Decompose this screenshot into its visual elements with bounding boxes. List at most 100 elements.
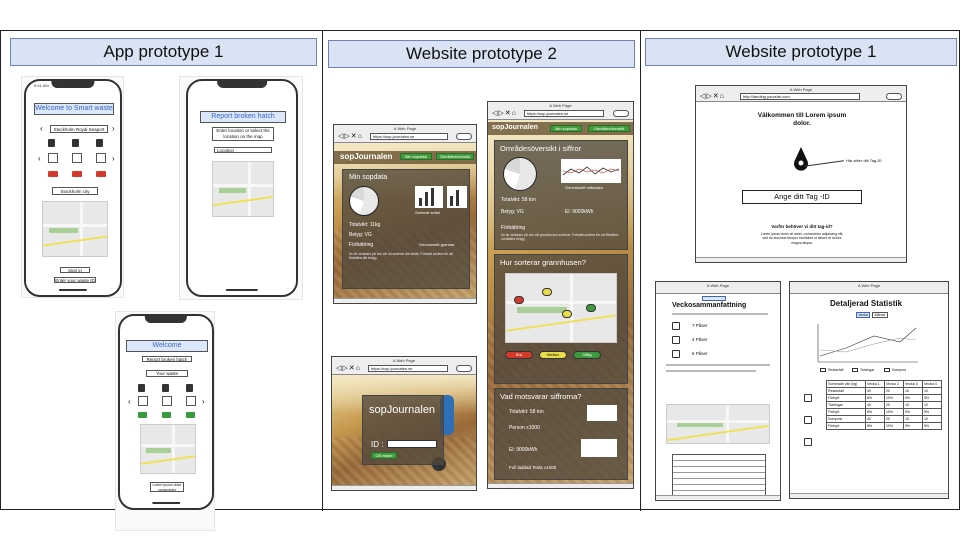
login-button[interactable]: Gå vidare (371, 452, 397, 459)
signin-button[interactable]: Sign in (60, 267, 90, 273)
browser-window-weekly-summary: A Web Page Veckosammanfattning 7 Påser 4… (655, 281, 781, 501)
subtitle-text (672, 313, 768, 315)
url-bar[interactable]: http://landing.yoursite.com (740, 93, 860, 100)
nav-my-data-button[interactable]: Min sopdata (550, 125, 582, 132)
url-bar[interactable]: https://sop.journalen.se (368, 365, 448, 372)
tab-month[interactable]: Månad (872, 312, 888, 318)
bin-checkbox[interactable] (672, 336, 680, 344)
app-title: Welcome to Smart waste (34, 103, 114, 115)
category-checkbox[interactable] (804, 416, 812, 424)
bin-status-box (138, 396, 148, 406)
nav-arrows-icon[interactable]: ◁▷✕⌂ (492, 110, 517, 117)
map-view[interactable] (666, 404, 770, 444)
weight-line: Totalvikt: 58 ton (509, 409, 544, 415)
waste-id-input[interactable]: Enter your waste ID (54, 277, 96, 283)
map-view[interactable] (212, 161, 274, 217)
legend-swatch (820, 368, 826, 372)
info-paragraph: Du är verksam på hur väl grannhusen sort… (501, 233, 619, 242)
legend-pill[interactable]: Bra (505, 351, 533, 359)
location-input[interactable]: Location (214, 147, 272, 153)
status-ok-button[interactable] (162, 412, 171, 418)
table-cell: 20 (883, 415, 904, 423)
tab-selector[interactable] (702, 296, 726, 301)
tag-id-input[interactable]: Ange ditt Tag -ID (742, 190, 862, 204)
table-cell: 20 (883, 387, 904, 395)
tab-week[interactable]: Vecka (856, 312, 870, 318)
table-cell: 10 (921, 415, 943, 423)
map-marker-yellow[interactable] (562, 310, 572, 318)
table-row: Tidningar 40 20 15 10 (826, 401, 943, 409)
brand-logo: sopJournalen (369, 404, 436, 416)
table-cell: 9% (902, 394, 923, 402)
nav-area-button[interactable]: Områdesöversikt (436, 153, 474, 160)
status-ok-button[interactable] (138, 412, 147, 418)
search-field[interactable] (613, 110, 629, 117)
total-weight: Totalvikt: 11kg (349, 222, 381, 228)
stats-line-chart (816, 322, 920, 364)
column-header: Vecka 2 (883, 380, 904, 388)
table-cell: Förbyrt (826, 408, 866, 416)
neighborhood-map[interactable] (505, 273, 617, 343)
url-bar[interactable]: https://sop.journalen.se (524, 110, 604, 117)
bin-checkbox[interactable] (672, 350, 680, 358)
tag-hint: Här sitter ditt Tag-ID (846, 158, 882, 163)
nav-arrows-icon[interactable]: ◁▷✕⌂ (700, 93, 725, 100)
map-marker-red[interactable] (514, 296, 524, 304)
brand-logo[interactable]: sopJournalen (340, 152, 392, 161)
bin-checkbox[interactable] (672, 322, 680, 330)
chevron-right-icon[interactable]: › (112, 125, 115, 133)
report-button[interactable] (48, 171, 58, 177)
map-marker-yellow[interactable] (542, 288, 552, 296)
browser-window-detailed-stats: A Web Page Detaljerad Statistik Vecka Må… (789, 281, 949, 499)
report-broken-button[interactable]: Report broken hatch (142, 356, 192, 362)
chevron-left-icon[interactable]: ‹ (38, 155, 41, 163)
report-button[interactable] (72, 171, 82, 177)
map-marker-green[interactable] (586, 304, 596, 312)
table-cell: 8% (864, 408, 885, 416)
search-field[interactable] (456, 133, 472, 140)
column-header: Vecka 1 (864, 380, 885, 388)
status-ok-button[interactable] (186, 412, 195, 418)
brand-logo[interactable]: sopJournalen (492, 124, 538, 131)
id-input[interactable] (387, 440, 437, 448)
table-cell: 8% (864, 422, 885, 430)
nav-area-button[interactable]: Områdesöversikt (588, 125, 630, 132)
chevron-right-icon[interactable]: › (112, 155, 115, 163)
category-checkbox[interactable] (804, 438, 812, 446)
chart-label: Sorterat avfall (415, 210, 440, 215)
map-view[interactable] (42, 201, 108, 257)
trash-bin-icon (96, 139, 103, 147)
legend-swatch (852, 368, 858, 372)
category-checkbox[interactable] (804, 394, 812, 402)
report-button[interactable] (96, 171, 106, 177)
browser-window-area-overview: A Web Page ◁▷✕⌂ https://sop.journalen.se… (487, 101, 634, 489)
bar-chart (415, 186, 443, 208)
nav-arrows-icon[interactable]: ◁▷✕⌂ (336, 365, 361, 372)
chevron-right-icon[interactable]: › (202, 398, 205, 406)
legend-item: Restavfall (828, 368, 844, 372)
report-title: Report broken hatch (200, 111, 286, 123)
legend-pill[interactable]: Dålig (573, 351, 601, 359)
map-view[interactable] (140, 424, 196, 474)
search-field[interactable] (886, 93, 902, 100)
nav-my-data-button[interactable]: Min sopdata (400, 153, 432, 160)
chevron-left-icon[interactable]: ‹ (40, 125, 43, 133)
car-image (581, 439, 617, 457)
location-dropdown[interactable]: Stockholm Royal Seaport (50, 125, 108, 133)
search-field[interactable] (456, 365, 472, 372)
url-bar[interactable]: https://sop.journalen.se (370, 133, 448, 140)
table-cell: 9% (902, 422, 923, 430)
table-cell: 10 (921, 401, 943, 409)
city-button[interactable]: Stockholm city (52, 187, 98, 195)
table-cell: 5% (921, 408, 943, 416)
legend-pill[interactable]: Mellan (539, 351, 567, 359)
table-cell: 10% (883, 408, 904, 416)
stats-line-chart-svg (817, 324, 918, 363)
panel-website-prototype-1: Website prototype 1 A Web Page ◁▷✕⌂ http… (641, 31, 960, 511)
bag-count-option: 4 Påser (692, 337, 708, 342)
chart-label: Genomsnitt grannar (419, 242, 455, 247)
chevron-left-icon[interactable]: ‹ (128, 398, 131, 406)
table-row: Förbyrt 8% 10% 9% 5% (826, 394, 943, 402)
nav-arrows-icon[interactable]: ◁▷✕⌂ (338, 133, 363, 140)
table-cell: 40 (864, 387, 885, 395)
